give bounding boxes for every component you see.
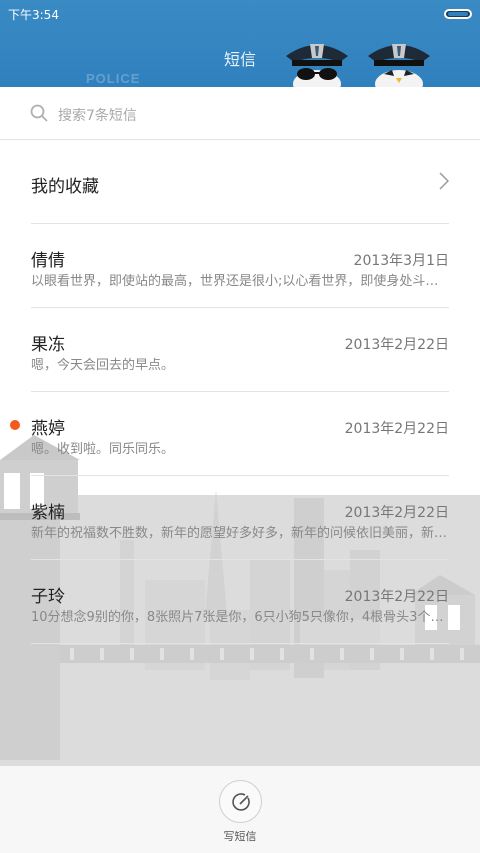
status-time: 下午3:54 xyxy=(8,8,59,22)
conversation-item[interactable]: 紫楠 2013年2月22日 新年的祝福数不胜数，新年的愿望好多好多，新年的问候依… xyxy=(31,476,449,560)
contact-name: 燕婷 xyxy=(31,419,65,439)
message-preview: 10分想念9别的你，8张照片7张是你，6只小狗5只像你，4根骨头3个人吃 xyxy=(31,610,449,625)
compose-label[interactable]: 写短信 xyxy=(0,828,480,844)
header-bar: 下午3:54 POLICE 短信 xyxy=(0,0,480,87)
message-preview: 嗯。收到啦。同乐同乐。 xyxy=(31,442,175,457)
search-input[interactable]: 搜索7条短信 xyxy=(58,105,137,125)
search-icon xyxy=(30,104,48,122)
bottom-bar: 写短信 xyxy=(0,765,480,853)
message-date: 2013年2月22日 xyxy=(344,505,449,521)
contact-name: 子玲 xyxy=(31,587,65,607)
search-bar[interactable]: 搜索7条短信 xyxy=(0,87,480,140)
message-preview: 嗯，今天会回去的早点。 xyxy=(31,358,175,373)
police-mascot-icon xyxy=(368,44,430,87)
message-preview: 以眼看世界，即使站的最高，世界还是很小;以心看世界，即使身处斗室，心灵却能看到很… xyxy=(31,274,449,289)
favorites-row[interactable]: 我的收藏 xyxy=(31,140,449,224)
contact-name: 果冻 xyxy=(31,335,65,355)
battery-icon xyxy=(444,9,472,19)
conversation-list: 我的收藏 倩倩 2013年3月1日 以眼看世界，即使站的最高，世界还是很小;以心… xyxy=(0,140,480,644)
police-decor-text: POLICE xyxy=(86,71,141,86)
message-date: 2013年2月22日 xyxy=(344,337,449,353)
compose-button[interactable] xyxy=(219,780,262,823)
conversation-item[interactable]: 子玲 2013年2月22日 10分想念9别的你，8张照片7张是你，6只小狗5只像… xyxy=(31,560,449,644)
conversation-item[interactable]: 倩倩 2013年3月1日 以眼看世界，即使站的最高，世界还是很小;以心看世界，即… xyxy=(31,224,449,308)
message-date: 2013年2月22日 xyxy=(344,589,449,605)
conversation-item[interactable]: 果冻 2013年2月22日 嗯，今天会回去的早点。 xyxy=(31,308,449,392)
contact-name: 倩倩 xyxy=(31,251,65,271)
favorites-label: 我的收藏 xyxy=(31,177,99,197)
unread-dot-icon xyxy=(10,420,20,430)
chevron-right-icon xyxy=(439,172,449,190)
message-date: 2013年2月22日 xyxy=(344,421,449,437)
contact-name: 紫楠 xyxy=(31,503,65,523)
message-date: 2013年3月1日 xyxy=(353,253,449,269)
conversation-item[interactable]: 燕婷 2013年2月22日 嗯。收到啦。同乐同乐。 xyxy=(10,392,449,476)
police-mascot-icon xyxy=(286,44,348,87)
compose-icon xyxy=(232,793,250,811)
message-preview: 新年的祝福数不胜数，新年的愿望好多好多，新年的问候依旧美丽，新年快乐 xyxy=(31,526,449,541)
